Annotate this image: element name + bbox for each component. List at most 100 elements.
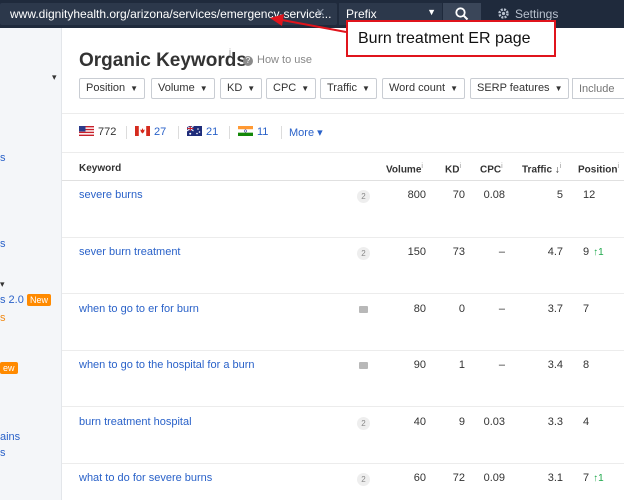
country-tab-ca[interactable]: 27 bbox=[135, 126, 166, 138]
gear-icon[interactable] bbox=[497, 7, 510, 20]
sidebar-item[interactable]: s bbox=[0, 152, 6, 164]
target-url-input[interactable]: www.dignityhealth.org/arizona/services/e… bbox=[0, 3, 337, 25]
keyword-link[interactable]: burn treatment hospital bbox=[79, 416, 192, 428]
australia-flag-icon bbox=[187, 126, 202, 136]
filter-word-count[interactable]: Word count ▼ bbox=[382, 78, 465, 99]
traffic-cell: 3.3 bbox=[547, 416, 563, 428]
keyword-link[interactable]: severe burns bbox=[79, 189, 143, 201]
column-header-label: Traffic ↓ bbox=[522, 164, 560, 176]
keyword-link[interactable]: when to go to the hospital for a burn bbox=[79, 359, 255, 371]
serp-features-count[interactable]: 2 bbox=[357, 247, 370, 260]
sidebar-item[interactable]: s bbox=[0, 312, 6, 324]
help-icon: ? bbox=[243, 56, 253, 66]
filter-kd[interactable]: KD ▼ bbox=[220, 78, 263, 99]
column-header-traffic[interactable]: Traffic ↓i bbox=[522, 163, 561, 175]
column-header-label: KD bbox=[445, 164, 460, 176]
country-tab-in[interactable]: 11 bbox=[238, 126, 268, 138]
volume-cell: 150 bbox=[407, 246, 426, 258]
how-to-use-link[interactable]: ? How to use bbox=[243, 54, 312, 66]
sidebar-item[interactable]: s bbox=[0, 238, 6, 250]
annotation-callout: Burn treatment ER page bbox=[346, 20, 556, 57]
filter-label: KD bbox=[227, 82, 243, 94]
filter-position[interactable]: Position ▼ bbox=[79, 78, 146, 99]
serp-snippet-icon[interactable] bbox=[359, 306, 368, 313]
info-icon: i bbox=[501, 163, 503, 170]
sidebar-caret[interactable]: ▾ bbox=[52, 72, 57, 83]
country-count: 21 bbox=[206, 126, 219, 138]
traffic-cell: 3.4 bbox=[547, 359, 563, 371]
position-value: 7 bbox=[583, 472, 590, 484]
serp-features-count[interactable]: 2 bbox=[357, 417, 370, 430]
chevron-down-icon: ▼ bbox=[450, 84, 458, 93]
divider bbox=[62, 152, 624, 153]
separator bbox=[126, 126, 127, 139]
country-count: 27 bbox=[154, 126, 167, 138]
page-title: Organic Keywords bbox=[79, 50, 247, 71]
chevron-down-icon: ▼ bbox=[554, 84, 563, 93]
column-header-position[interactable]: Positioni bbox=[578, 163, 619, 175]
filter-volume[interactable]: Volume ▼ bbox=[151, 78, 215, 99]
serp-features-count[interactable]: 2 bbox=[357, 473, 370, 486]
kd-cell: 72 bbox=[452, 472, 465, 484]
sidebar-item[interactable]: s 2.0 bbox=[0, 294, 24, 306]
column-header-kd[interactable]: KDi bbox=[445, 163, 461, 175]
settings-link[interactable]: Settings bbox=[515, 7, 558, 21]
position-value: 7 bbox=[583, 303, 590, 315]
column-header-volume[interactable]: Volumei bbox=[386, 163, 423, 175]
filter-label: Volume bbox=[158, 82, 195, 94]
sidebar-item[interactable]: ains bbox=[0, 431, 20, 443]
position-cell: 9 ↑1 bbox=[583, 246, 604, 258]
country-tab-au[interactable]: 21 bbox=[187, 126, 218, 138]
more-countries-button[interactable]: More ▾ bbox=[289, 126, 323, 139]
filter-traffic[interactable]: Traffic ▼ bbox=[320, 78, 377, 99]
row-divider bbox=[62, 406, 624, 407]
position-cell: 8 bbox=[583, 359, 593, 371]
info-icon: i bbox=[559, 163, 562, 170]
column-header-label: Position bbox=[578, 164, 618, 176]
sidebar: ▾ s s ▾ s 2.0 New s ew ains s bbox=[0, 28, 62, 500]
position-cell: 12 bbox=[583, 189, 599, 201]
separator bbox=[229, 126, 230, 139]
chevron-down-icon: ▼ bbox=[301, 84, 310, 93]
canada-flag-icon bbox=[135, 126, 150, 136]
separator bbox=[178, 126, 179, 139]
traffic-cell: 3.1 bbox=[547, 472, 563, 484]
sidebar-caret[interactable]: ▾ bbox=[0, 279, 5, 290]
row-divider bbox=[62, 350, 624, 351]
kd-cell: 70 bbox=[452, 189, 465, 201]
clear-icon[interactable]: × bbox=[316, 5, 325, 21]
country-count: 772 bbox=[98, 126, 117, 138]
keyword-link[interactable]: what to do for severe burns bbox=[79, 472, 212, 484]
position-cell: 7 ↑1 bbox=[583, 472, 604, 484]
filter-label: SERP features bbox=[477, 82, 550, 94]
chevron-down-icon: ▼ bbox=[130, 84, 139, 93]
cpc-cell: – bbox=[498, 359, 505, 371]
annotation-text: Burn treatment ER page bbox=[358, 30, 531, 47]
how-to-use-label: How to use bbox=[257, 54, 313, 66]
keyword-link[interactable]: sever burn treatment bbox=[79, 246, 181, 258]
include-input[interactable] bbox=[572, 78, 624, 99]
row-divider bbox=[62, 237, 624, 238]
cpc-cell: – bbox=[498, 303, 505, 315]
serp-snippet-icon[interactable] bbox=[359, 362, 368, 369]
kd-cell: 0 bbox=[458, 303, 465, 315]
filter-serp-features[interactable]: SERP features ▼ bbox=[470, 78, 570, 99]
sidebar-item[interactable]: s bbox=[0, 447, 6, 459]
keyword-link[interactable]: when to go to er for burn bbox=[79, 303, 199, 315]
country-tab-us[interactable]: 772 bbox=[79, 126, 116, 138]
chevron-down-icon: ▼ bbox=[361, 84, 370, 93]
main-content: Organic Keywords i ? How to use Position ▼… bbox=[62, 28, 624, 500]
row-divider bbox=[62, 463, 624, 464]
serp-features-count[interactable]: 2 bbox=[357, 190, 370, 203]
column-header-cpc[interactable]: CPCi bbox=[480, 163, 503, 175]
kd-cell: 1 bbox=[458, 359, 465, 371]
divider bbox=[62, 113, 624, 114]
info-icon[interactable]: i bbox=[229, 47, 231, 57]
volume-cell: 80 bbox=[413, 303, 426, 315]
kd-cell: 73 bbox=[452, 246, 465, 258]
filter-cpc[interactable]: CPC ▼ bbox=[266, 78, 317, 99]
info-icon: i bbox=[617, 163, 620, 170]
column-header-keyword[interactable]: Keyword bbox=[79, 163, 121, 174]
info-icon: i bbox=[459, 163, 462, 170]
filter-label: Word count bbox=[389, 82, 446, 94]
